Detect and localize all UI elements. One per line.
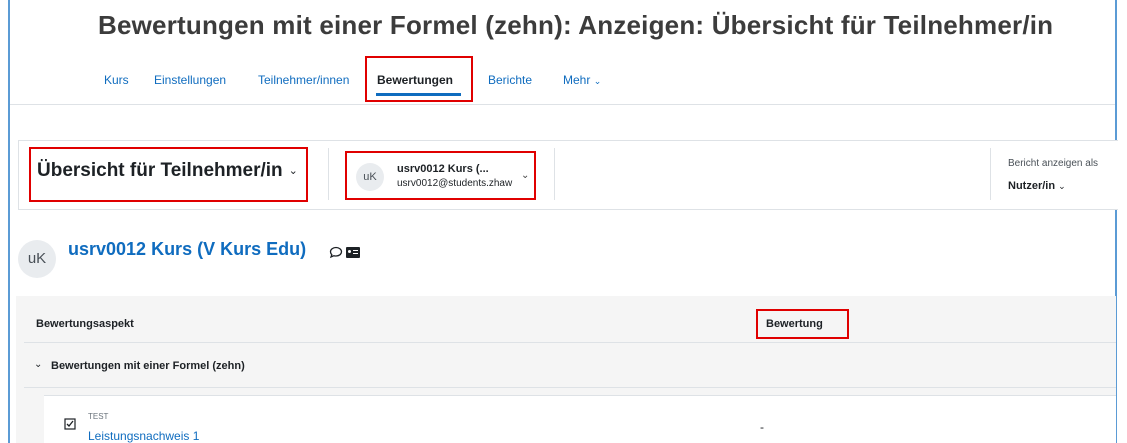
chevron-down-icon: ⌄: [1058, 181, 1066, 191]
chevron-down-icon: ⌄: [593, 76, 602, 86]
secondary-navigation: Kurs Einstellungen Teilnehmer/innen Bewe…: [0, 60, 1127, 100]
nav-tab-berichte[interactable]: Berichte: [488, 73, 532, 87]
nav-tab-mehr-label: Mehr: [563, 73, 591, 87]
chevron-down-icon[interactable]: ⌄: [521, 170, 529, 181]
column-header-grade: Bewertung: [766, 318, 823, 330]
chevron-down-icon: ⌄: [288, 165, 298, 178]
toolbar-separator: [554, 148, 555, 200]
header-divider: [10, 104, 1115, 105]
nav-tab-einstellungen[interactable]: Einstellungen: [154, 73, 226, 87]
nav-tab-bewertungen[interactable]: Bewertungen: [377, 73, 453, 87]
view-as-selector[interactable]: Nutzer/in ⌄: [1008, 180, 1066, 192]
user-avatar: uK: [18, 240, 56, 278]
view-as-value: Nutzer/in: [1008, 180, 1056, 192]
active-tab-indicator: [376, 93, 461, 96]
grade-value: -: [760, 420, 764, 434]
user-avatar: uK: [356, 163, 384, 191]
report-type-selector[interactable]: Übersicht für Teilnehmer/in ⌄: [37, 160, 298, 182]
nav-tab-teilnehmer[interactable]: Teilnehmer/innen: [258, 73, 349, 87]
nav-tab-kurs[interactable]: Kurs: [104, 73, 129, 87]
table-row: [44, 395, 1116, 443]
nav-tab-mehr[interactable]: Mehr ⌄: [563, 73, 601, 87]
user-selector-email: usrv0012@students.zhaw: [397, 178, 513, 189]
column-header-grade-item: Bewertungsaspekt: [36, 318, 134, 330]
item-type-label: TEST: [88, 412, 109, 421]
view-as-label: Bericht anzeigen als: [1008, 158, 1099, 169]
chevron-down-icon[interactable]: ⌄: [34, 359, 42, 370]
toolbar-separator: [328, 148, 329, 200]
speech-bubble-icon[interactable]: [329, 246, 343, 259]
category-label: Bewertungen mit einer Formel (zehn): [51, 360, 245, 372]
grade-item-link[interactable]: Leistungsnachweis 1: [88, 429, 199, 443]
user-selector-name[interactable]: usrv0012 Kurs (...: [397, 163, 489, 175]
id-card-icon[interactable]: [346, 247, 360, 258]
page-title: Bewertungen mit einer Formel (zehn): Anz…: [98, 10, 1054, 40]
checkbox-icon: [64, 418, 76, 430]
report-type-label: Übersicht für Teilnehmer/in: [37, 160, 283, 181]
table-header: [24, 301, 1116, 343]
user-profile-link[interactable]: usrv0012 Kurs (V Kurs Edu): [68, 239, 306, 260]
toolbar-separator: [990, 148, 991, 200]
